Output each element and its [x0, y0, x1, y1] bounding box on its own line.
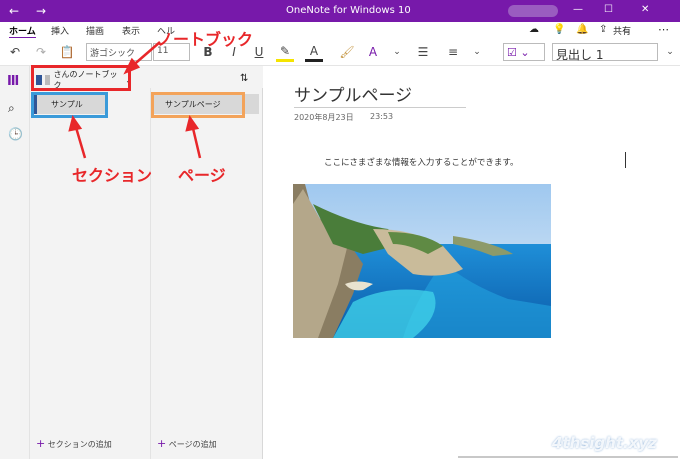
watermark: 4thsight.xyz [552, 434, 657, 452]
arrow-head-section [68, 115, 83, 132]
arrow-head-page [185, 115, 200, 132]
annotation-arrows [68, 41, 202, 159]
